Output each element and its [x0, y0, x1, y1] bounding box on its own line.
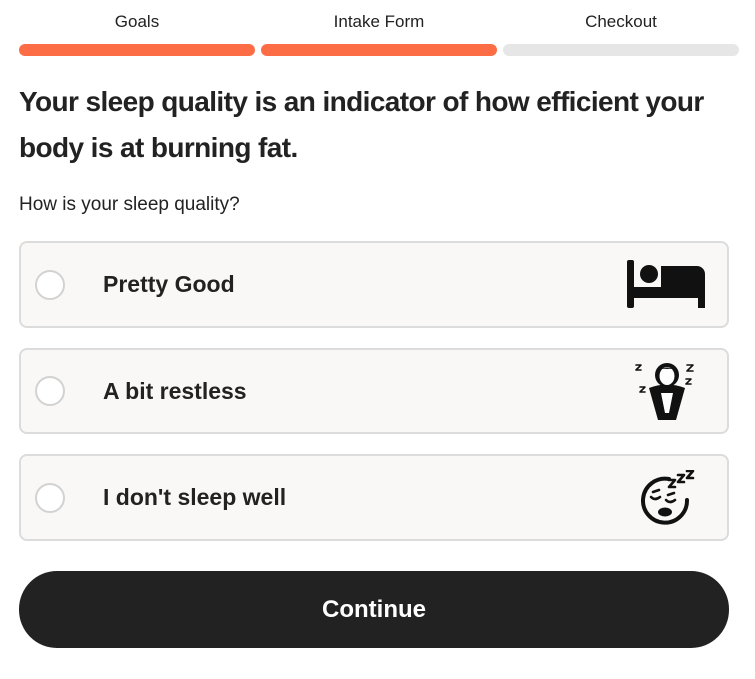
option-dont-sleep-well[interactable]: I don't sleep well — [19, 454, 729, 541]
radio-button[interactable] — [35, 269, 65, 300]
continue-button[interactable]: Continue — [19, 571, 729, 648]
option-a-bit-restless[interactable]: A bit restless — [19, 348, 729, 434]
step-label: Goals — [114, 12, 160, 31]
sleep-quality-options: Pretty Good A bit restless I don't sleep… — [19, 241, 729, 561]
step-label: Intake Form — [333, 12, 425, 31]
restless-sleeper-icon — [627, 360, 707, 422]
step-intake-form: Intake Form — [261, 10, 497, 56]
step-bar-incomplete — [503, 44, 739, 56]
progress-steps: Goals Intake Form Checkout — [19, 10, 739, 56]
bed-icon — [627, 254, 707, 316]
step-bar-complete — [19, 44, 255, 56]
question-text: How is your sleep quality? — [19, 194, 240, 215]
radio-button[interactable] — [35, 376, 65, 406]
radio-button[interactable] — [35, 482, 65, 513]
step-label: Checkout — [585, 12, 657, 31]
page-headline: Your sleep quality is an indicator of ho… — [19, 86, 704, 163]
option-label: Pretty Good — [103, 271, 235, 297]
option-label: I don't sleep well — [103, 484, 287, 510]
step-bar-complete — [261, 44, 497, 56]
step-goals: Goals — [19, 10, 255, 56]
step-checkout: Checkout — [503, 10, 739, 56]
option-pretty-good[interactable]: Pretty Good — [19, 241, 729, 328]
option-label: A bit restless — [103, 377, 247, 404]
sleepy-face-icon — [627, 467, 707, 529]
